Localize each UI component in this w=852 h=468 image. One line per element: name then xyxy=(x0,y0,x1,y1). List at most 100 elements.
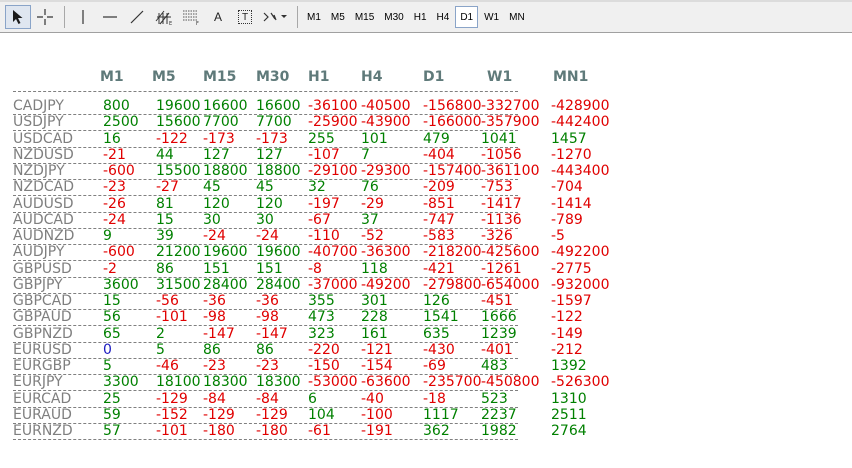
symbol-label: EURCAD xyxy=(13,390,72,407)
symbol-label: GBPCAD xyxy=(13,293,73,309)
table-cell: 161 xyxy=(361,325,388,342)
table-cell: -149 xyxy=(551,325,583,342)
symbol-label: GBPUSD xyxy=(13,260,72,277)
table-cell: -5 xyxy=(551,228,565,244)
table-cell: 65 xyxy=(103,325,121,342)
table-cell: -129 xyxy=(156,390,188,407)
table-cell: -122 xyxy=(156,130,188,147)
timeframe-w1-button[interactable]: W1 xyxy=(480,6,503,28)
symbol-label: EURNZD xyxy=(13,423,73,439)
table-cell: 44 xyxy=(156,146,174,163)
table-cell: 5 xyxy=(156,341,165,358)
table-cell: 3600 xyxy=(103,276,139,293)
table-cell: 15600 xyxy=(156,114,201,131)
symbol-label: EURUSD xyxy=(13,341,72,358)
svg-text:F: F xyxy=(196,21,199,26)
table-cell: 1541 xyxy=(423,309,459,326)
toolbar-separator xyxy=(64,6,65,28)
timeframe-m15-button[interactable]: M15 xyxy=(351,6,378,28)
table-cell: -26 xyxy=(103,195,126,212)
symbol-label: NZDUSD xyxy=(13,146,74,163)
column-header-m5: M5 xyxy=(152,69,176,85)
crosshair-icon[interactable] xyxy=(32,5,58,29)
table-cell: 0 xyxy=(103,341,112,358)
arrows-icon[interactable] xyxy=(259,5,291,29)
cursor-icon[interactable] xyxy=(5,5,31,29)
table-cell: -121 xyxy=(361,341,393,358)
timeframe-m30-button[interactable]: M30 xyxy=(380,6,407,28)
table-cell: 16 xyxy=(103,130,121,147)
table-cell: -36100 xyxy=(308,98,358,114)
symbol-label: GBPJPY xyxy=(13,276,63,293)
timeframe-mn-button[interactable]: MN xyxy=(505,6,529,28)
table-cell: -1414 xyxy=(551,195,592,212)
timeframe-m1-button[interactable]: M1 xyxy=(303,6,325,28)
table-cell: 59 xyxy=(103,406,121,423)
timeframe-m5-button[interactable]: M5 xyxy=(327,6,349,28)
timeframe-d1-button[interactable]: D1 xyxy=(455,6,479,28)
timeframe-h1-button[interactable]: H1 xyxy=(410,6,431,28)
table-cell: 1239 xyxy=(481,325,517,342)
column-header-h4: H4 xyxy=(361,69,383,85)
table-cell: -421 xyxy=(423,260,455,277)
fibonacci-icon[interactable]: F xyxy=(178,5,204,29)
table-cell: -122 xyxy=(551,309,583,326)
table-cell: -361100 xyxy=(481,163,540,179)
symbol-label: CADJPY xyxy=(13,98,64,114)
table-cell: -2775 xyxy=(551,260,592,277)
table-cell: 104 xyxy=(308,406,335,423)
table-cell: 45 xyxy=(203,179,221,196)
table-cell: -218200 xyxy=(423,244,482,261)
table-cell: -443400 xyxy=(551,163,610,179)
timeframe-h4-button[interactable]: H4 xyxy=(433,6,454,28)
table-cell: 32 xyxy=(308,179,326,196)
table-cell: 18100 xyxy=(156,374,201,391)
table-cell: 39 xyxy=(156,228,174,244)
table-cell: 3300 xyxy=(103,374,139,391)
table-cell: -56 xyxy=(156,293,179,309)
symbol-label: NZDJPY xyxy=(13,163,65,179)
table-cell: -156800 xyxy=(423,98,482,114)
symbol-label: AUDUSD xyxy=(13,195,74,212)
table-cell: -600 xyxy=(103,244,135,261)
symbol-label: NZDCAD xyxy=(13,179,74,196)
table-cell: -101 xyxy=(156,423,188,439)
table-cell: 7700 xyxy=(256,114,292,131)
table-cell: -279800 xyxy=(423,276,482,293)
timeframe-bar: M1 M5 M15 M30 H1 H4 D1 W1 MN xyxy=(303,6,531,28)
horizontal-line-icon[interactable] xyxy=(97,5,123,29)
table-cell: -197 xyxy=(308,195,340,212)
table-cell: -1270 xyxy=(551,146,592,163)
table-cell: 1392 xyxy=(551,358,587,374)
table-cell: -40700 xyxy=(308,244,358,261)
table-cell: 15500 xyxy=(156,163,201,179)
table-cell: -98 xyxy=(203,309,226,326)
column-header-m15: M15 xyxy=(203,69,237,85)
table-cell: -100 xyxy=(361,406,393,423)
table-cell: 18300 xyxy=(256,374,301,391)
vertical-line-icon[interactable] xyxy=(70,5,96,29)
table-cell: 1041 xyxy=(481,130,517,147)
text-label-icon[interactable]: T xyxy=(232,5,258,29)
table-cell: -654000 xyxy=(481,276,540,293)
text-icon[interactable]: A xyxy=(205,5,231,29)
table-cell: 76 xyxy=(361,179,379,196)
table-cell: 127 xyxy=(203,146,230,163)
table-cell: -69 xyxy=(423,358,446,374)
table-cell: -67 xyxy=(308,211,331,228)
table-cell: -191 xyxy=(361,423,393,439)
table-cell: 479 xyxy=(423,130,450,147)
table-cell: 301 xyxy=(361,293,388,309)
table-cell: 81 xyxy=(156,195,174,212)
toolbar-row: E F A T M1 M5 M15 M30 H1 H4 D1 W1 MN xyxy=(0,4,531,30)
table-cell: -24 xyxy=(203,228,226,244)
table-cell: -326 xyxy=(481,228,513,244)
table-cell: 6 xyxy=(308,390,317,407)
table-cell: -150 xyxy=(308,358,340,374)
equidistant-channel-icon[interactable]: E xyxy=(151,5,177,29)
header-underline xyxy=(13,91,518,92)
table-cell: 1310 xyxy=(551,390,587,407)
table-cell: -24 xyxy=(256,228,279,244)
trendline-icon[interactable] xyxy=(124,5,150,29)
table-cell: -428900 xyxy=(551,98,610,114)
